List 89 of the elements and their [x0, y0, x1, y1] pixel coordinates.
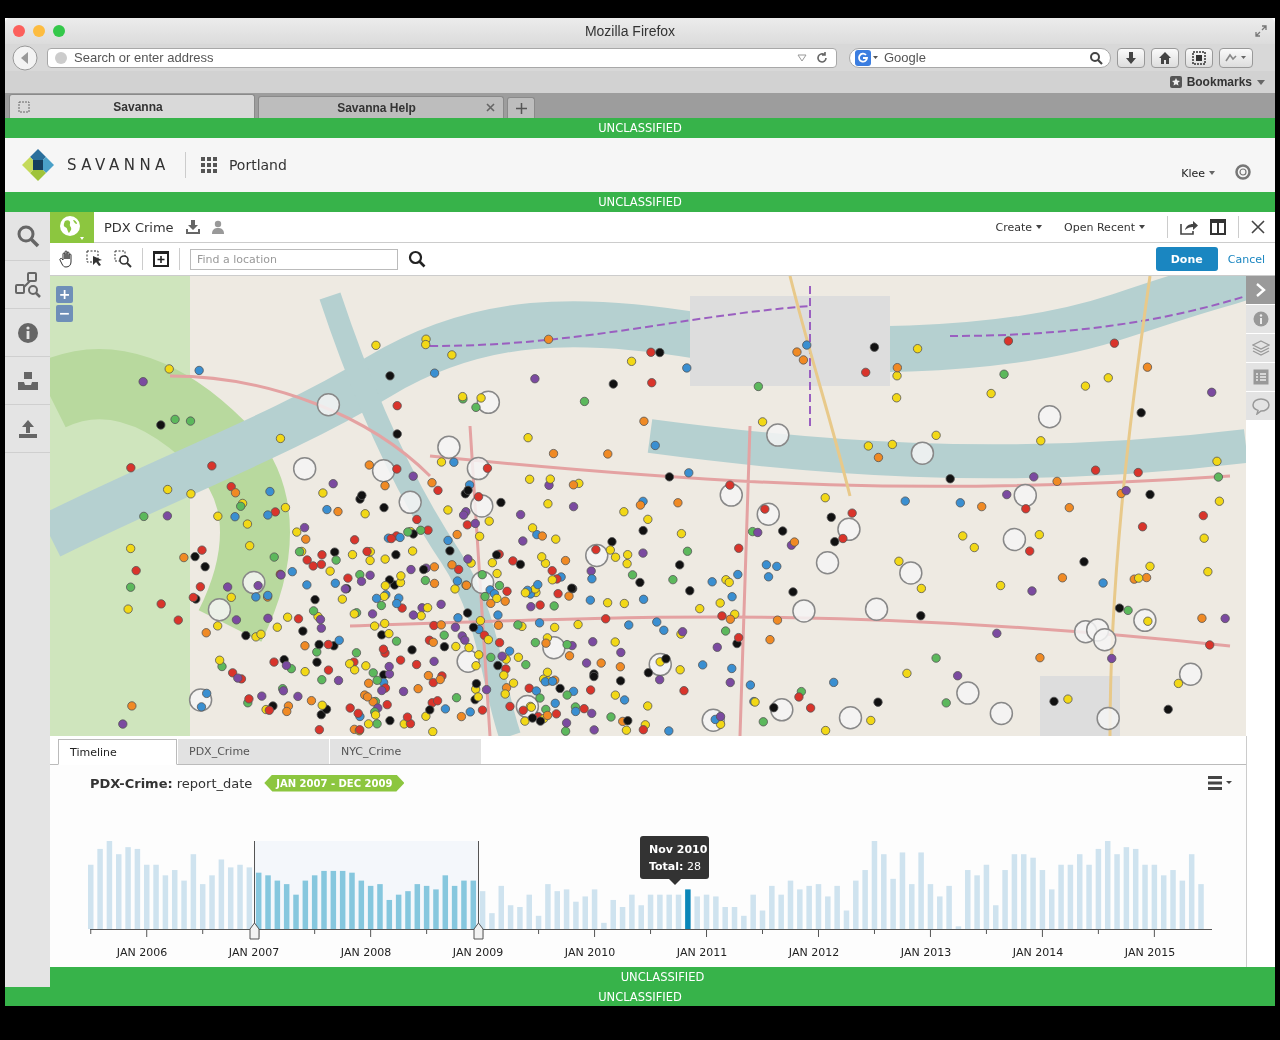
- location-search-field[interactable]: Find a location: [190, 248, 398, 270]
- dropdown-arrow-icon[interactable]: [797, 53, 807, 62]
- screenshot-button[interactable]: [1185, 47, 1213, 68]
- list-icon: [1252, 369, 1269, 385]
- cancel-link[interactable]: Cancel: [1227, 252, 1265, 266]
- range-handle-icon[interactable]: [473, 922, 484, 940]
- axis-label: JAN 2010: [564, 946, 616, 959]
- dropdown-menu[interactable]: Create: [995, 220, 1043, 234]
- speech-bubble-icon: [1251, 397, 1270, 415]
- classification-banner: UNCLASSIFIED: [5, 192, 1275, 212]
- brand-name: SAVANNA: [67, 156, 170, 174]
- address-field[interactable]: Search or enter address: [47, 47, 837, 68]
- page-icon: [18, 100, 30, 113]
- layers-button[interactable]: [1246, 334, 1275, 363]
- caret-icon: [1139, 225, 1145, 229]
- tooltip-total: Total: 28: [649, 860, 701, 873]
- timeline-title: PDX-Crime: report_date: [90, 775, 253, 791]
- new-tab-button[interactable]: [507, 97, 535, 118]
- user-share-icon[interactable]: [211, 220, 226, 234]
- caret-icon: [1257, 79, 1265, 85]
- download-button[interactable]: [1117, 47, 1145, 68]
- network-search-icon: [13, 270, 42, 299]
- panel-title: PDX Crime: [104, 219, 174, 235]
- search-icon[interactable]: [408, 250, 426, 268]
- axis-label: JAN 2008: [340, 946, 392, 959]
- axis-label: JAN 2012: [788, 946, 840, 959]
- caret-icon: [1036, 225, 1043, 229]
- split-view-icon[interactable]: [1210, 219, 1226, 235]
- fullscreen-icon[interactable]: [1255, 25, 1267, 37]
- search-icon[interactable]: [1089, 50, 1103, 65]
- globe-icon: [54, 50, 68, 65]
- home-icon: [1158, 50, 1172, 65]
- apps-grid-icon[interactable]: [200, 157, 217, 173]
- map-type-button[interactable]: [50, 211, 94, 243]
- zoom-extent-icon[interactable]: [153, 251, 169, 267]
- close-icon[interactable]: [1251, 220, 1265, 234]
- axis-label: JAN 2014: [1012, 946, 1064, 959]
- addon-button[interactable]: [1219, 47, 1253, 68]
- search-icon: [15, 224, 40, 248]
- help-lifebuoy-icon[interactable]: [1235, 164, 1251, 180]
- plus-icon: [515, 102, 527, 114]
- axis-label: JAN 2007: [228, 946, 280, 959]
- back-button[interactable]: [11, 44, 41, 71]
- expand-panel-button[interactable]: [1246, 276, 1275, 305]
- export-icon[interactable]: [1180, 219, 1198, 235]
- browser-tab[interactable]: Savanna Help: [258, 96, 504, 118]
- addon-icon: [1224, 51, 1248, 64]
- axis-label: JAN 2009: [452, 946, 504, 959]
- axis-label: JAN 2006: [116, 946, 168, 959]
- axis-label: JAN 2013: [900, 946, 952, 959]
- download-tray-icon[interactable]: [185, 220, 200, 234]
- done-button[interactable]: Done: [1155, 247, 1218, 271]
- download-arrow-icon: [1124, 50, 1138, 65]
- classification-banner: UNCLASSIFIED: [5, 118, 1275, 138]
- caret-icon: [1209, 171, 1215, 175]
- layers-icon: [1251, 340, 1270, 356]
- inbox-icon: [15, 369, 40, 392]
- list-button[interactable]: [1246, 363, 1275, 392]
- window-title: Mozilla Firefox: [583, 23, 677, 39]
- zoom-box-icon[interactable]: [114, 250, 132, 268]
- reload-icon[interactable]: [815, 50, 829, 65]
- home-button[interactable]: [1151, 47, 1179, 68]
- axis-label: JAN 2015: [1124, 946, 1176, 959]
- search-field[interactable]: Google: [849, 47, 1111, 68]
- screenshot-icon: [1192, 50, 1206, 65]
- search-engine-icon[interactable]: [855, 49, 879, 66]
- info-icon: [1252, 311, 1269, 327]
- dropdown-menu[interactable]: Open Recent: [1064, 220, 1145, 234]
- menu-icon[interactable]: [1208, 776, 1234, 790]
- date-range-tag: JAN 2007 - DEC 2009: [264, 774, 405, 792]
- window-close-button[interactable]: [13, 25, 25, 37]
- axis-label: JAN 2011: [676, 946, 728, 959]
- workspace-name: Portland: [228, 157, 287, 173]
- comment-button[interactable]: [1246, 392, 1275, 421]
- logo-icon: [21, 148, 55, 182]
- star-icon: [1169, 76, 1182, 88]
- classification-banner: UNCLASSIFIED: [5, 987, 1275, 1006]
- panel-tab[interactable]: PDX_Crime: [178, 739, 329, 764]
- panel-tab[interactable]: NYC_Crime: [330, 739, 481, 764]
- panel-tab[interactable]: Timeline: [58, 739, 177, 765]
- user-menu[interactable]: Klee: [1181, 166, 1215, 180]
- classification-banner: UNCLASSIFIED: [50, 967, 1275, 987]
- select-arrow-icon[interactable]: [86, 250, 104, 268]
- info-icon: [16, 321, 39, 344]
- browser-tab[interactable]: Savanna: [9, 94, 255, 118]
- chevron-right-icon: [1254, 282, 1267, 298]
- bookmarks-menu[interactable]: Bookmarks: [1169, 75, 1265, 89]
- range-handle-icon[interactable]: [249, 922, 260, 940]
- tooltip-date: Nov 2010: [649, 843, 708, 856]
